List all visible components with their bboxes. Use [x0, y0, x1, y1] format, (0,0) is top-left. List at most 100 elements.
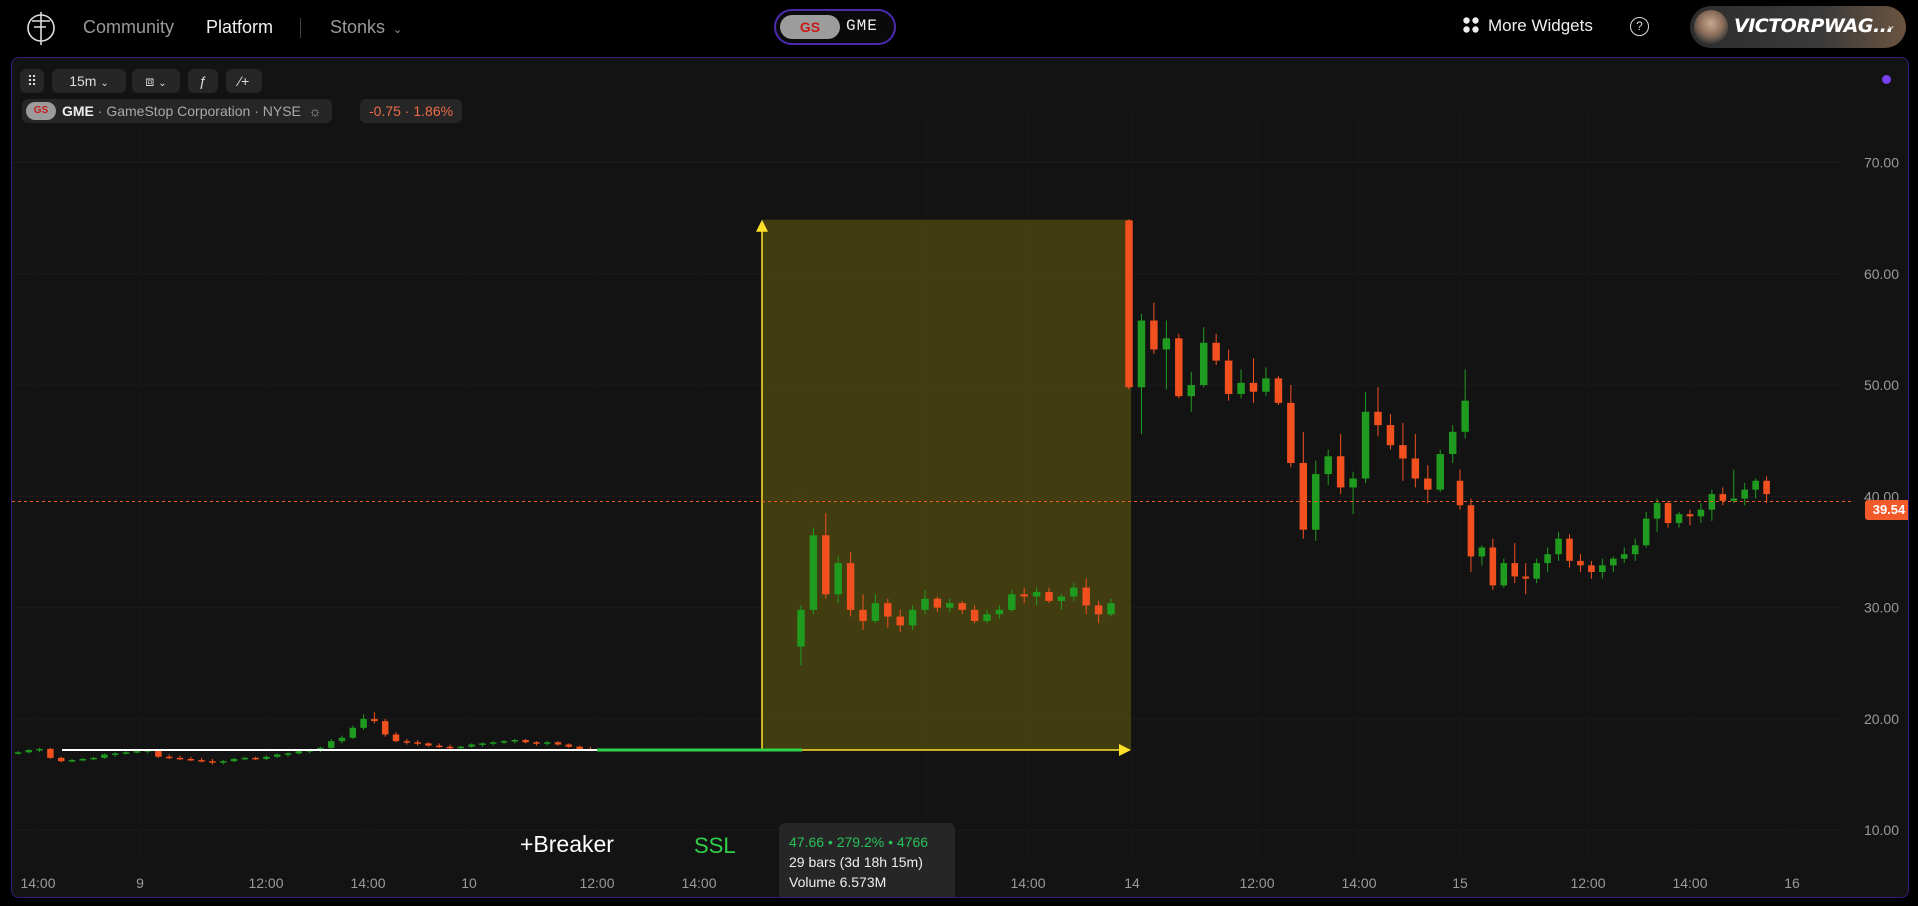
candle-body: [1730, 498, 1738, 501]
candle-body: [1500, 563, 1508, 586]
candle-body: [209, 761, 216, 763]
chart-type-select[interactable]: ⧈ ⌄: [132, 69, 180, 93]
candle-body: [489, 742, 497, 744]
drag-handle-icon[interactable]: ⠿: [20, 69, 44, 93]
candle-body: [1199, 342, 1208, 386]
chart-panel[interactable]: 70.00 60.00 50.00 40.00 30.00 20.00 10.00 14:00…: [11, 57, 1909, 898]
candle-body: [133, 751, 141, 753]
x-tick-label: 15: [1452, 875, 1468, 891]
chevron-down-icon: ⌄: [100, 78, 109, 89]
interval-select[interactable]: 15m ⌄: [52, 69, 126, 93]
x-tick-label: 12:00: [1570, 875, 1605, 891]
candle-body: [1719, 494, 1727, 501]
x-tick-label: 16: [1784, 875, 1800, 891]
candle-body: [896, 616, 904, 626]
x-tick-label: 12:00: [1239, 875, 1274, 891]
y-tick-label: 20.00: [1864, 711, 1899, 727]
last-price-tag: 39.54: [1865, 500, 1908, 520]
candle-body: [57, 757, 65, 762]
candle-body: [1125, 220, 1133, 388]
measure-summary: 47.66 • 279.2% • 4766: [789, 834, 929, 850]
nav-stonks[interactable]: Stonks ⌄: [330, 17, 402, 38]
breaker-annotation[interactable]: +Breaker: [520, 831, 614, 858]
candle-body: [834, 563, 842, 595]
user-menu[interactable]: VICTORPWAG... ⌄: [1690, 6, 1906, 48]
logo-icon[interactable]: [24, 9, 58, 47]
candle-body: [111, 753, 119, 755]
candle-body: [349, 727, 357, 738]
help-icon[interactable]: ?: [1630, 17, 1649, 36]
candle-body: [1752, 480, 1759, 490]
nav-platform[interactable]: Platform: [206, 17, 273, 38]
candle-body: [165, 756, 173, 759]
x-tick-label: 14: [1124, 875, 1140, 891]
candle-body: [90, 757, 97, 760]
candle-body: [230, 758, 238, 762]
x-tick-label: 12:00: [579, 875, 614, 891]
candle-body: [371, 718, 378, 722]
candle-body: [1599, 565, 1606, 573]
indicators-button[interactable]: ƒ: [188, 69, 218, 93]
candle-body: [1361, 411, 1370, 479]
candle-body: [846, 563, 855, 610]
ssl-annotation[interactable]: SSL: [694, 833, 736, 859]
market-status-icon: ☼: [308, 103, 322, 119]
symbol-exchange: NYSE: [262, 103, 301, 119]
candle-body: [1478, 547, 1486, 557]
candle-body: [1631, 545, 1639, 555]
price-change: -0.75 · 1.86%: [360, 99, 463, 123]
candle-body: [1642, 518, 1650, 546]
measure-bars: 29 bars (3d 18h 15m): [789, 854, 923, 870]
candle-body: [284, 753, 292, 755]
candle-body: [871, 603, 880, 621]
candle-body: [360, 718, 367, 728]
candle-body: [1664, 503, 1672, 524]
candle-body: [1741, 489, 1748, 499]
candle-body: [958, 603, 966, 610]
candle-body: [435, 745, 443, 748]
candle-body: [1057, 596, 1066, 601]
y-tick-label: 30.00: [1864, 600, 1899, 616]
candle-body: [983, 614, 991, 621]
candle-body: [576, 746, 583, 749]
chevron-down-icon: ⌄: [1885, 18, 1896, 32]
drawing-tools-button[interactable]: ⁄+: [226, 69, 262, 93]
candle-body: [1588, 565, 1595, 573]
candle-body: [1070, 587, 1078, 597]
candle-body: [1274, 378, 1283, 403]
candle-body: [1555, 538, 1562, 555]
candle-body: [338, 737, 346, 742]
top-bar: Community Platform Stonks ⌄ GS GME More …: [0, 0, 1918, 56]
more-widgets-button[interactable]: More Widgets: [1462, 16, 1593, 36]
candle-body: [1686, 514, 1694, 517]
symbol-info[interactable]: GS GME · GameStop Corporation · NYSE ☼: [22, 99, 332, 123]
ticker-logo: GS: [780, 15, 840, 39]
candle-body: [219, 761, 227, 763]
candlestick-chart[interactable]: 70.0060.0050.0040.0030.0020.0010.0014:00…: [12, 58, 1908, 897]
candle-body: [1224, 360, 1233, 394]
candle-body: [1544, 554, 1551, 564]
candle-body: [908, 609, 917, 626]
candle-body: [1032, 592, 1041, 597]
candle-body: [1045, 592, 1053, 601]
candle-body: [1411, 458, 1420, 479]
candle-body: [970, 609, 979, 621]
candle-body: [14, 752, 22, 754]
x-tick-label: 14:00: [1010, 875, 1045, 891]
candle-body: [414, 742, 421, 744]
y-tick-label: 70.00: [1864, 155, 1899, 171]
nav-divider: [300, 18, 301, 38]
ticker-selector[interactable]: GS GME: [774, 9, 896, 45]
candle-body: [68, 760, 76, 762]
candle-body: [995, 609, 1004, 615]
candle-body: [565, 744, 573, 747]
candle-body: [392, 734, 400, 742]
chevron-down-icon: ⌄: [158, 78, 167, 89]
candle-body: [1094, 605, 1103, 615]
candle-body: [1008, 594, 1016, 610]
nav-community[interactable]: Community: [83, 17, 174, 38]
x-tick-label: 14:00: [1672, 875, 1707, 891]
x-tick-label: 9: [136, 875, 144, 891]
candle-body: [809, 535, 818, 610]
candle-body: [425, 743, 432, 746]
